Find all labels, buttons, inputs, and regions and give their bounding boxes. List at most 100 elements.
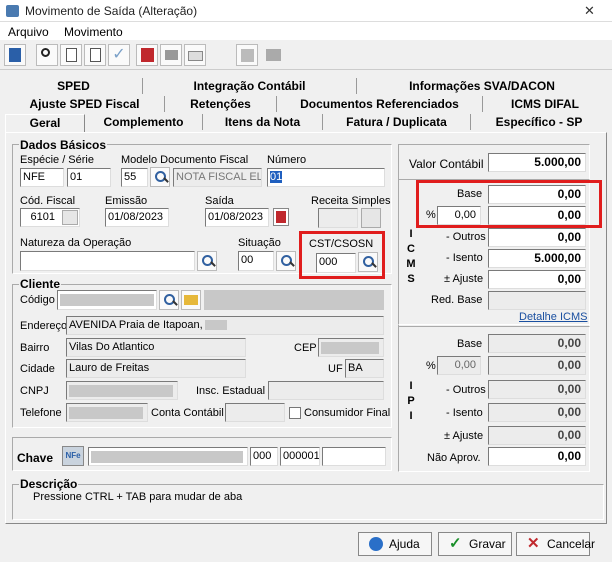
- tab-retencoes[interactable]: Retenções: [165, 96, 277, 112]
- calendar-icon[interactable]: [273, 208, 289, 226]
- detalhe-icms-link[interactable]: Detalhe ICMS: [519, 311, 587, 323]
- ipi-outros-label: - Outros: [446, 384, 486, 396]
- tab-complemento[interactable]: Complemento: [85, 114, 203, 130]
- descricao-text: Pressione CTRL + TAB para mudar de aba: [33, 491, 243, 503]
- natureza-search-icon[interactable]: [197, 251, 217, 271]
- print-icon[interactable]: [160, 44, 182, 66]
- descricao-title: Descrição: [19, 477, 79, 491]
- modelo-input[interactable]: 55: [121, 168, 148, 187]
- ipi-base-field: 0,00: [488, 334, 586, 353]
- cep-label: CEP: [294, 342, 317, 354]
- conta-contabil-label: Conta Contábil: [151, 407, 224, 419]
- tab-icms-difal[interactable]: ICMS DIFAL: [483, 96, 607, 112]
- bairro-label: Bairro: [20, 342, 50, 354]
- icms-outros-field: 0,00: [488, 228, 586, 247]
- valor-contabil-field: 5.000,00: [488, 153, 586, 172]
- emissao-input[interactable]: 01/08/2023: [105, 208, 169, 227]
- new-document-icon[interactable]: [60, 44, 82, 66]
- delete-icon[interactable]: [136, 44, 158, 66]
- tab-integracao-contabil[interactable]: Integração Contábil: [143, 78, 357, 94]
- folder-icon[interactable]: [181, 290, 201, 310]
- serie-input[interactable]: 01: [67, 168, 111, 187]
- modelo-search-icon[interactable]: [150, 167, 170, 187]
- icms-aliquota-field[interactable]: 0,00: [437, 206, 481, 225]
- confirm-icon[interactable]: ✓: [108, 44, 130, 66]
- ajuda-button[interactable]: Ajuda: [358, 532, 432, 556]
- ipi-isento-field: 0,00: [488, 403, 586, 422]
- ipi-nao-aprov-label: Não Aprov.: [427, 452, 481, 464]
- tab-ajuste-sped[interactable]: Ajuste SPED Fiscal: [5, 96, 165, 112]
- endereco-label: Endereço: [20, 320, 68, 332]
- especie-input[interactable]: NFE: [20, 168, 64, 187]
- consumidor-final-checkbox[interactable]: [289, 407, 301, 419]
- icms-ajuste-field[interactable]: 0,00: [488, 270, 586, 289]
- cidade-field: Lauro de Freitas: [66, 359, 246, 378]
- chave-input[interactable]: [88, 447, 248, 466]
- tab-fatura-duplicata[interactable]: Fatura / Duplicata: [323, 114, 471, 130]
- icms-outros-label: - Outros: [446, 231, 486, 243]
- gravar-button[interactable]: ✓ Gravar: [438, 532, 512, 556]
- tab-especifico-sp[interactable]: Específico - SP: [471, 114, 607, 130]
- codigo-label: Código: [20, 294, 55, 306]
- exit-icon[interactable]: [4, 44, 26, 66]
- tab-geral[interactable]: Geral: [5, 114, 85, 132]
- cep-field: [318, 338, 384, 357]
- ipi-aliquota-field: 0,00: [437, 356, 481, 375]
- numero-value: 01: [270, 171, 283, 183]
- receita-simples-button[interactable]: [361, 208, 381, 228]
- icms-letter-i: I: [409, 228, 413, 240]
- cst-input[interactable]: 000: [316, 253, 356, 273]
- iss-icon[interactable]: [236, 44, 258, 66]
- ipi-base-label: Base: [457, 338, 483, 350]
- chave-part3-input[interactable]: [322, 447, 386, 466]
- search-icon[interactable]: [36, 44, 58, 66]
- icms-letter-c: C: [407, 243, 415, 255]
- numero-label: Número: [267, 154, 307, 166]
- dados-basicos-title: Dados Básicos: [19, 138, 108, 152]
- chave-redacted: [91, 451, 243, 463]
- help-icon: [369, 537, 383, 551]
- cod-fiscal-label: Cód. Fiscal: [20, 195, 76, 207]
- nfe-icon[interactable]: NFe: [62, 446, 84, 466]
- tab-informacoes-sva[interactable]: Informações SVA/DACON: [357, 78, 607, 94]
- menu-movimento[interactable]: Movimento: [64, 25, 123, 39]
- ipi-letter-i2: I: [409, 410, 413, 422]
- tab-documentos-referenciados[interactable]: Documentos Referenciados: [277, 96, 483, 112]
- codigo-input[interactable]: [57, 290, 157, 310]
- ipi-ajuste-label: ± Ajuste: [444, 430, 484, 442]
- situacao-search-icon[interactable]: [276, 251, 296, 271]
- situacao-input[interactable]: 00: [238, 251, 274, 271]
- codigo-search-icon[interactable]: [159, 290, 179, 310]
- ipi-pct-label: %: [426, 360, 436, 372]
- cep-redacted: [321, 342, 379, 354]
- natureza-label: Natureza da Operação: [20, 237, 132, 249]
- tab-itens-da-nota[interactable]: Itens da Nota: [203, 114, 323, 130]
- mail-icon[interactable]: [184, 44, 206, 66]
- icms-ajuste-label: ± Ajuste: [444, 273, 484, 285]
- cancelar-button[interactable]: ✕ Cancelar: [516, 532, 595, 556]
- icms-letter-m: M: [406, 258, 416, 270]
- cnpj-label: CNPJ: [20, 385, 49, 397]
- handshake-icon[interactable]: [262, 44, 284, 66]
- ipi-letter-p: P: [407, 395, 415, 407]
- cod-fiscal-dropdown-icon[interactable]: [62, 210, 78, 225]
- numero-input[interactable]: 01: [267, 168, 385, 187]
- cliente-title: Cliente: [19, 277, 62, 291]
- cst-search-icon[interactable]: [358, 252, 378, 272]
- ipi-isento-label: - Isento: [446, 407, 483, 419]
- icms-base-label: Base: [457, 188, 483, 200]
- cidade-label: Cidade: [20, 363, 55, 375]
- tab-sped[interactable]: SPED: [5, 78, 143, 94]
- close-icon[interactable]: ✕: [584, 3, 595, 19]
- insc-estadual-field: [268, 381, 384, 400]
- especie-serie-label: Espécie / Série: [20, 154, 94, 166]
- menu-arquivo[interactable]: Arquivo: [8, 25, 49, 39]
- codigo-redacted: [60, 294, 154, 306]
- icms-isento-label: - Isento: [446, 252, 483, 264]
- saida-input[interactable]: 01/08/2023: [205, 208, 269, 227]
- chave-part1-input[interactable]: 000: [250, 447, 278, 466]
- chave-part2-input[interactable]: 000001: [280, 447, 320, 466]
- natureza-input[interactable]: [20, 251, 195, 271]
- edit-icon[interactable]: [84, 44, 106, 66]
- icms-red-base-field: [488, 291, 586, 310]
